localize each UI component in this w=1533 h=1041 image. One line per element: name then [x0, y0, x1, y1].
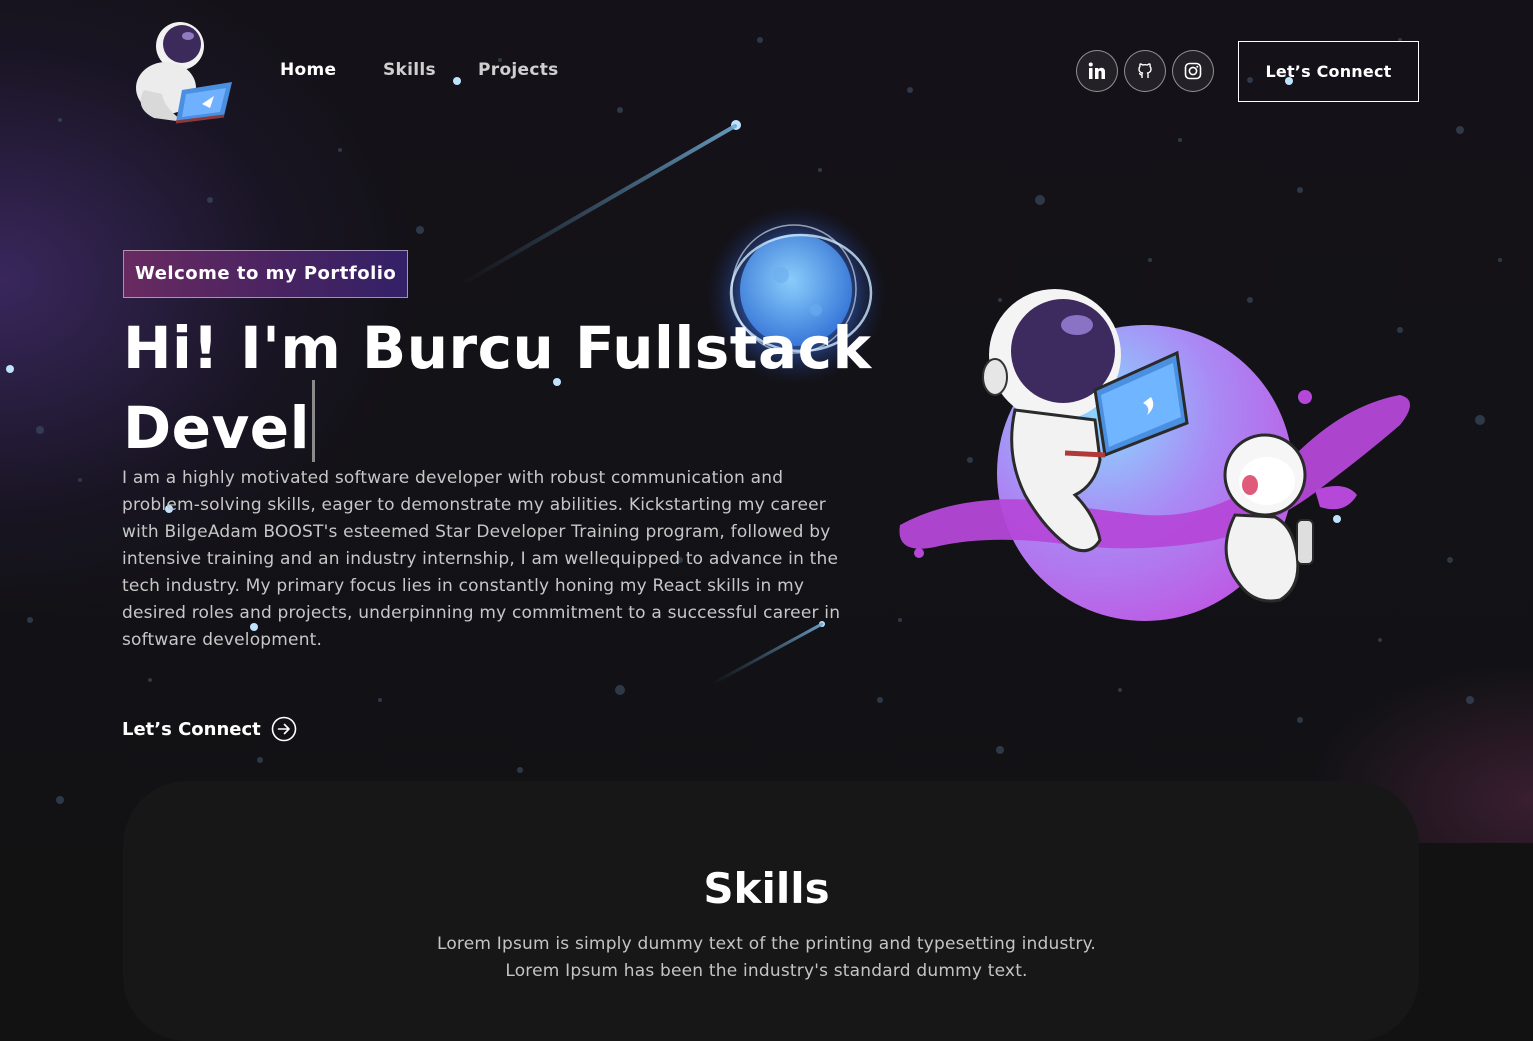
dog-astronaut-figure: [1223, 433, 1314, 603]
headline-line-2: Devel: [123, 394, 311, 462]
github-icon: [1138, 63, 1152, 78]
welcome-tagline: Welcome to my Portfolio: [123, 250, 409, 298]
hero-connect-link[interactable]: Let’s Connect: [122, 714, 297, 744]
nav-link-projects[interactable]: Projects: [478, 60, 559, 80]
instagram-link[interactable]: [1172, 50, 1214, 92]
intro-paragraph: I am a highly motivated software develop…: [122, 468, 841, 650]
linkedin-icon: [1088, 62, 1105, 79]
banner-section: Home Skills Projects Let’s Connect Welco…: [0, 0, 1533, 843]
linkedin-link[interactable]: [1076, 50, 1118, 92]
nav-link-home[interactable]: Home: [280, 60, 336, 80]
astronaut-logo[interactable]: [124, 18, 236, 126]
instagram-icon: [1184, 62, 1202, 80]
arrow-right-circle-icon: [271, 716, 297, 742]
skills-description: Lorem Ipsum is simply dummy text of the …: [0, 931, 1533, 985]
lets-connect-button[interactable]: Let’s Connect: [1238, 41, 1419, 102]
typing-cursor: [312, 380, 316, 462]
github-link[interactable]: [1124, 50, 1166, 92]
hero-connect-label: Let’s Connect: [122, 718, 261, 740]
hero-headline: Hi! I'm Burcu Fullstack Devel: [123, 316, 883, 462]
nav-link-skills[interactable]: Skills: [383, 60, 436, 80]
navbar: Home Skills Projects Let’s Connect: [0, 0, 1533, 145]
astronaut-planet-illustration: [899, 289, 1410, 621]
skills-description-line-1: Lorem Ipsum is simply dummy text of the …: [436, 934, 1097, 954]
skills-description-line-2: Lorem Ipsum has been the industry's stan…: [505, 961, 1028, 981]
headline-line-1: Hi! I'm Burcu Fullstack: [123, 314, 872, 382]
skills-title: Skills: [703, 864, 830, 913]
